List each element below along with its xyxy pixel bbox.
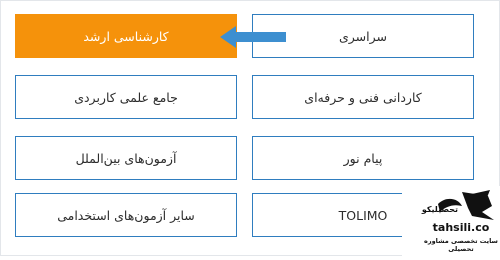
logo-fa-name: تحصیلیکو xyxy=(421,205,458,214)
left-arrow-icon xyxy=(220,26,286,48)
tile-karshenasi-arshad[interactable]: کارشناسی ارشد xyxy=(15,14,237,58)
logo-brand-text: tahsili.co xyxy=(432,221,490,234)
tile-jame-elmi-karbordi[interactable]: جامع علمی کاربردی xyxy=(15,75,237,119)
tile-sayer-azmoon-estekhdami[interactable]: سایر آزمون‌های استخدامی xyxy=(15,193,237,237)
tile-kardani-fani[interactable]: کاردانی فنی و حرفه‌ای xyxy=(252,75,474,119)
tile-azmoon-beynolmelal[interactable]: آزمون‌های بین‌الملل xyxy=(15,136,237,180)
logo-tagline: سایت تخصصی مشاوره تحصیلی xyxy=(424,237,498,253)
tile-payame-noor[interactable]: پیام نور xyxy=(252,136,474,180)
